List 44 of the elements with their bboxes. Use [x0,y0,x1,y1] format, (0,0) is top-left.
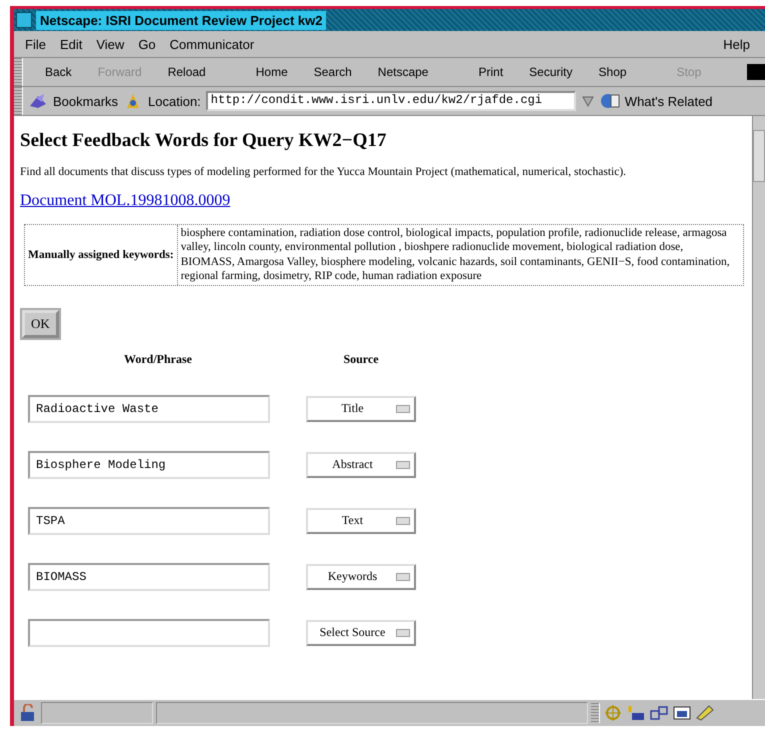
menu-item[interactable]: View [91,36,134,52]
ok-button[interactable]: OK [22,310,59,338]
location-label: Location: [148,94,201,108]
bookmarks-icon[interactable] [28,92,48,110]
toolbar-button[interactable]: Print [472,65,510,79]
url-field[interactable]: http://condit.www.isri.unlv.edu/kw2/rjafde.cgi [206,91,576,111]
window-menu-icon[interactable] [16,12,32,28]
query-text: Find all documents that discuss types of modeling performed for the Yucca Mountain Project (mathematical, numerical, stochastic). [20,166,628,178]
word-field[interactable]: Radioactive Waste [28,394,270,422]
column-header: Word/Phrase [123,352,193,366]
menu-item[interactable]: Help [718,36,759,52]
window-title: Netscape: ISRI Document Review Project kw2 [36,10,326,30]
document-link[interactable]: Document MOL.19981008.0009 [20,192,230,209]
toolbar-button[interactable]: Netscape [372,65,434,79]
keywords-text: biosphere contamination, radiation dose control, biological impacts, population profile, radionuclide release, armagosa valley, lincoln county, environmental pollution , bioshpere radionuclide movement, biological radiation dose, BIOMASS, Amargosa Valley, biosphere modeling, volcanic hazards, soil contaminants, GENII−S, food contamination, regional farming, dosimetry, RIP code, human radiation exposure [180,226,731,284]
toolbar-button[interactable]: Reload [162,65,212,79]
word-field[interactable] [28,618,270,646]
toolbar-button[interactable]: Search [308,65,358,79]
globe-icon[interactable] [600,92,620,110]
scrollbar[interactable] [752,116,765,699]
menu-item[interactable]: File [20,36,55,52]
source-select[interactable]: Title [306,396,416,422]
whats-related-button[interactable]: What's Related [624,94,713,108]
toolbar-button[interactable]: Home [250,65,294,79]
menu-item[interactable]: Edit [54,36,92,52]
source-select[interactable]: Abstract [306,452,416,478]
bookmarks-button[interactable]: Bookmarks [53,94,118,108]
word-field[interactable]: TSPA [28,506,270,534]
source-select[interactable]: Keywords [306,564,416,590]
source-select[interactable]: Text [306,508,416,534]
toolbar-button[interactable]: Back [39,65,78,79]
word-field[interactable]: Biosphere Modeling [28,450,270,478]
menu-item[interactable]: Communicator [164,36,264,52]
source-select[interactable]: Select Source [306,620,416,646]
toolbar-grip[interactable] [14,58,23,86]
toolbar-button[interactable]: Security [523,65,579,79]
page-heading: Select Feedback Words for Query KW2−Q17 [20,130,388,152]
menu-item[interactable]: Go [133,36,165,52]
column-header: Source [342,352,380,366]
toolbar-button[interactable]: Shop [592,65,633,79]
toolbar-grip[interactable] [14,87,23,115]
keywords-label: Manually assigned keywords: [25,225,178,284]
word-field[interactable]: BIOMASS [28,562,270,590]
toolbar-grip[interactable] [591,703,600,723]
